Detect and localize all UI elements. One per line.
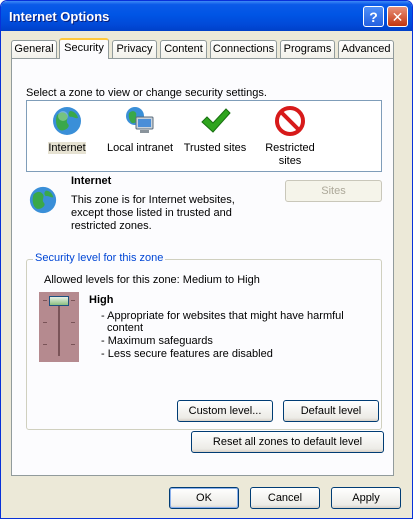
- security-level-name: High: [89, 294, 114, 306]
- security-level-legend: Security level for this zone: [33, 252, 166, 264]
- security-panel: Select a zone to view or change security…: [11, 58, 394, 476]
- tab-content[interactable]: Content: [160, 40, 207, 58]
- tab-general[interactable]: General: [11, 40, 57, 58]
- tab-programs[interactable]: Programs: [280, 40, 335, 58]
- cancel-button[interactable]: Cancel: [250, 487, 320, 509]
- ok-button[interactable]: OK: [169, 487, 239, 509]
- level-bullet: content: [107, 322, 144, 334]
- zone-description-line: This zone is for Internet websites,: [71, 194, 235, 206]
- slider-thumb[interactable]: [49, 296, 69, 306]
- tab-privacy[interactable]: Privacy: [112, 40, 157, 58]
- zone-description-line: except those listed in trusted and: [71, 207, 232, 219]
- zone-description-line: restricted zones.: [71, 220, 152, 232]
- intranet-icon: [126, 107, 154, 133]
- level-bullet: - Appropriate for websites that might ha…: [101, 310, 344, 322]
- restricted-icon: [275, 106, 305, 136]
- slider-track: [58, 298, 60, 356]
- zone-description: This zone is for Internet websites, exce…: [71, 194, 235, 233]
- zone-list: Internet Local intranet Trusted sites Re…: [26, 100, 382, 172]
- help-button[interactable]: ?: [363, 6, 384, 27]
- zone-instruction: Select a zone to view or change security…: [26, 87, 267, 99]
- window-title: Internet Options: [9, 9, 110, 24]
- reset-all-zones-button[interactable]: Reset all zones to default level: [191, 431, 384, 453]
- security-level-group: Security level for this zone Allowed lev…: [26, 252, 382, 430]
- allowed-levels-text: Allowed levels for this zone: Medium to …: [44, 274, 260, 286]
- selected-zone-globe-icon: [29, 186, 57, 214]
- title-bar[interactable]: Internet Options ? ✕: [1, 1, 412, 31]
- tab-connections[interactable]: Connections: [210, 40, 277, 58]
- custom-level-button[interactable]: Custom level...: [177, 400, 273, 422]
- default-level-button[interactable]: Default level: [283, 400, 379, 422]
- close-button[interactable]: ✕: [387, 6, 408, 27]
- selected-zone-name: Internet: [71, 175, 112, 187]
- internet-options-dialog: Internet Options ? ✕ General Security Pr…: [0, 0, 413, 519]
- tab-advanced[interactable]: Advanced: [338, 40, 394, 58]
- zone-trusted-sites-label: Trusted sites: [183, 142, 247, 154]
- checkmark-icon: [201, 108, 231, 133]
- level-bullet: - Less secure features are disabled: [101, 348, 273, 360]
- level-bullet: - Maximum safeguards: [101, 335, 213, 347]
- zone-local-intranet-label: Local intranet: [106, 142, 174, 154]
- zone-internet-label: Internet: [48, 142, 86, 154]
- tab-security[interactable]: Security: [59, 38, 109, 59]
- security-level-slider[interactable]: [39, 292, 79, 362]
- apply-button[interactable]: Apply: [331, 487, 401, 509]
- globe-icon: [53, 107, 81, 135]
- sites-button[interactable]: Sites: [285, 180, 382, 202]
- zone-restricted-label-line1: Restricted: [265, 142, 315, 154]
- zone-restricted-label-line2: sites: [278, 155, 302, 167]
